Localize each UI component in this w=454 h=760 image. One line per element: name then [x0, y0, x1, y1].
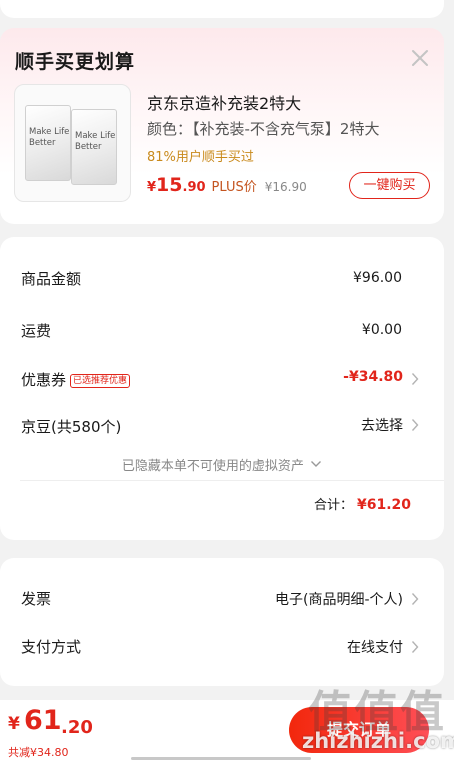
coupon-recommended-badge: 已选推荐优惠: [70, 374, 131, 388]
coupon-row[interactable]: 优惠券 已选推荐优惠: [21, 369, 131, 390]
product-pouch-back: Make Life Better: [71, 109, 117, 185]
total-label: 合计：: [313, 498, 353, 513]
product-price-row: ¥15.90 PLUS价 ¥16.90: [147, 174, 307, 198]
shipping-label: 运费: [21, 322, 52, 340]
close-icon[interactable]: [409, 47, 431, 69]
chevron-down-icon: [311, 461, 322, 467]
price-integer: 15: [156, 174, 183, 196]
checkout-currency: ¥: [8, 714, 20, 734]
original-price: ¥16.90: [264, 180, 307, 194]
checkout-price-decimal: .20: [61, 717, 93, 738]
total-value: ¥61.20: [356, 497, 411, 513]
plus-price-label: PLUS价: [211, 180, 257, 195]
payment-method-label: 支付方式: [21, 638, 82, 656]
chevron-right-icon: [411, 593, 419, 605]
invoice-payment-card: [0, 558, 444, 686]
product-buy-rate: 81%用户顺手买过: [147, 150, 254, 165]
order-total: 合计： ¥61.20: [314, 494, 411, 513]
coupon-label: 优惠券: [21, 371, 67, 389]
goods-amount-label: 商品金额: [21, 270, 82, 288]
coupon-value[interactable]: -¥34.80: [343, 369, 403, 385]
invoice-value[interactable]: 电子(商品明细-个人): [275, 589, 403, 609]
submit-order-button[interactable]: 提交订单: [289, 707, 429, 753]
product-color-spec: 颜色：【补充装-不含充气泵】2特大: [147, 120, 380, 138]
price-currency: ¥: [147, 180, 157, 195]
chevron-right-icon: [411, 641, 419, 653]
shipping-value: ¥0.00: [361, 322, 402, 338]
chevron-right-icon: [411, 419, 419, 431]
product-pouch-front: Make Life Better: [25, 105, 71, 181]
product-name[interactable]: 京东京造补充装2特大: [147, 90, 301, 114]
hidden-assets-note: 已隐藏本单不可使用的虚拟资产: [121, 459, 304, 474]
checkout-saved-amount: 共减¥34.80: [8, 746, 69, 759]
goods-amount-value: ¥96.00: [353, 270, 402, 286]
divider: [20, 480, 444, 481]
previous-card: [0, 0, 444, 18]
price-decimal: .90: [182, 180, 206, 195]
product-image[interactable]: Make Life Better Make Life Better: [14, 84, 131, 202]
payment-method-value[interactable]: 在线支付: [347, 637, 403, 657]
jingdou-select-link[interactable]: 去选择: [361, 415, 403, 435]
chevron-right-icon: [411, 373, 419, 385]
hidden-assets-toggle[interactable]: 已隐藏本单不可使用的虚拟资产: [0, 455, 444, 474]
checkout-price-integer: 61: [24, 705, 62, 736]
addon-title: 顺手买更划算: [15, 51, 136, 73]
jingdou-label: 京豆(共580个): [21, 418, 122, 436]
one-click-buy-button[interactable]: 一键购买: [349, 172, 430, 199]
invoice-label: 发票: [21, 590, 52, 608]
